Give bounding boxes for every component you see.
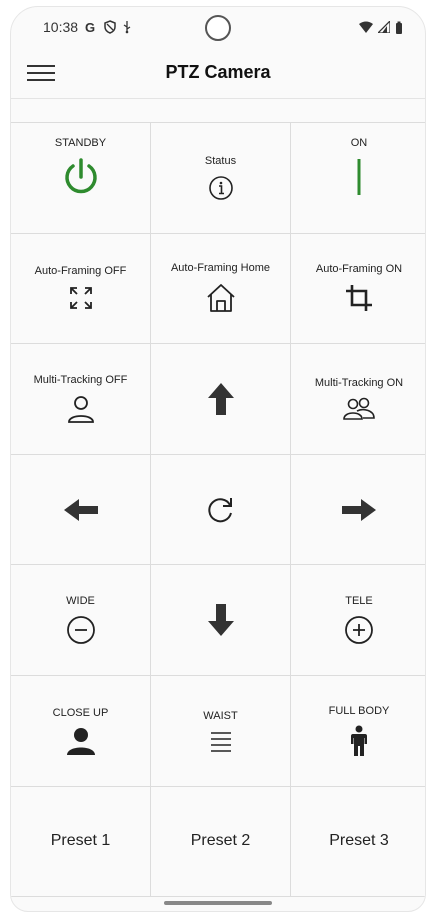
auto-framing-off-button[interactable]: Auto-Framing OFF: [11, 233, 151, 345]
auto-framing-home-label: Auto-Framing Home: [170, 262, 271, 275]
pan-right-button[interactable]: [291, 454, 425, 566]
on-bar-icon: [356, 157, 362, 197]
phone-screen: 10:38 G PTZ Camera STANDBY Status ON Aut…: [10, 6, 426, 912]
info-icon: [208, 175, 234, 201]
arrow-down-icon: [207, 603, 235, 637]
standby-button[interactable]: STANDBY: [11, 123, 151, 234]
person-full-icon: [350, 725, 368, 757]
zoom-in-icon: [344, 615, 374, 645]
arrow-left-icon: [63, 498, 99, 522]
expand-icon: [68, 285, 94, 311]
multi-tracking-off-label: Multi-Tracking OFF: [33, 373, 128, 386]
battery-icon: [396, 21, 402, 34]
google-icon: G: [85, 20, 95, 34]
menu-icon-line: [27, 71, 55, 74]
full-body-label: FULL BODY: [328, 704, 390, 717]
zoom-out-icon: [66, 615, 96, 645]
menu-icon-line: [27, 78, 55, 81]
app-bar: PTZ Camera: [11, 47, 425, 99]
standby-label: STANDBY: [54, 136, 107, 149]
person-bust-icon: [66, 727, 95, 755]
zoom-tele-button[interactable]: TELE: [291, 565, 425, 676]
status-button[interactable]: Status: [151, 123, 291, 234]
preset-3-label: Preset 3: [329, 832, 389, 850]
preset-1-button[interactable]: Preset 1: [11, 786, 151, 898]
spacer: [11, 99, 425, 122]
preset-2-button[interactable]: Preset 2: [151, 786, 291, 898]
auto-framing-off-label: Auto-Framing OFF: [34, 265, 127, 278]
arrow-up-icon: [207, 382, 235, 416]
group-icon: [343, 397, 375, 421]
auto-framing-home-button[interactable]: Auto-Framing Home: [151, 233, 291, 345]
status-label: Status: [204, 154, 237, 167]
preset-2-label: Preset 2: [190, 832, 251, 850]
multi-tracking-off-button[interactable]: Multi-Tracking OFF: [11, 344, 151, 455]
waist-button[interactable]: WAIST: [151, 675, 291, 787]
auto-framing-on-button[interactable]: Auto-Framing ON: [291, 233, 425, 345]
auto-framing-on-label: Auto-Framing ON: [315, 263, 403, 276]
crop-icon: [344, 283, 374, 313]
svg-text:G: G: [85, 20, 95, 34]
shield-icon: [104, 20, 116, 34]
camera-cutout: [205, 15, 231, 41]
tilt-up-button[interactable]: [151, 344, 291, 455]
close-up-label: CLOSE UP: [52, 706, 109, 719]
control-grid: STANDBY Status ON Auto-Framing OFF Auto-…: [11, 122, 425, 898]
reset-button[interactable]: [151, 454, 291, 566]
clock: 10:38: [43, 19, 79, 35]
power-icon: [61, 157, 101, 197]
preset-1-label: Preset 1: [50, 832, 111, 850]
multi-tracking-on-label: Multi-Tracking ON: [314, 376, 404, 389]
close-up-button[interactable]: CLOSE UP: [11, 675, 151, 787]
on-button[interactable]: ON: [291, 123, 425, 234]
pan-left-button[interactable]: [11, 454, 151, 566]
zoom-wide-button[interactable]: WIDE: [11, 565, 151, 676]
full-body-button[interactable]: FULL BODY: [291, 675, 425, 787]
status-bar: 10:38 G: [11, 7, 425, 47]
preset-3-button[interactable]: Preset 3: [291, 786, 425, 898]
wide-label: WIDE: [66, 595, 95, 608]
on-label: ON: [350, 136, 368, 149]
home-icon: [205, 282, 237, 314]
menu-icon: [27, 64, 55, 67]
tilt-down-button[interactable]: [151, 565, 291, 676]
multi-tracking-on-button[interactable]: Multi-Tracking ON: [291, 344, 425, 455]
refresh-icon: [206, 495, 236, 525]
tele-label: TELE: [345, 595, 373, 608]
menu-button[interactable]: [27, 61, 55, 85]
page-title: PTZ Camera: [165, 62, 271, 82]
status-bar-left: 10:38 G: [43, 19, 132, 35]
usb-icon: [123, 21, 131, 34]
waist-label: WAIST: [203, 709, 238, 722]
arrow-right-icon: [341, 498, 377, 522]
home-indicator[interactable]: [164, 901, 272, 905]
wifi-icon: [359, 21, 373, 33]
signal-icon: [378, 21, 390, 33]
status-bar-right: [359, 21, 403, 34]
lines-icon: [209, 730, 233, 752]
person-outline-icon: [66, 394, 96, 424]
